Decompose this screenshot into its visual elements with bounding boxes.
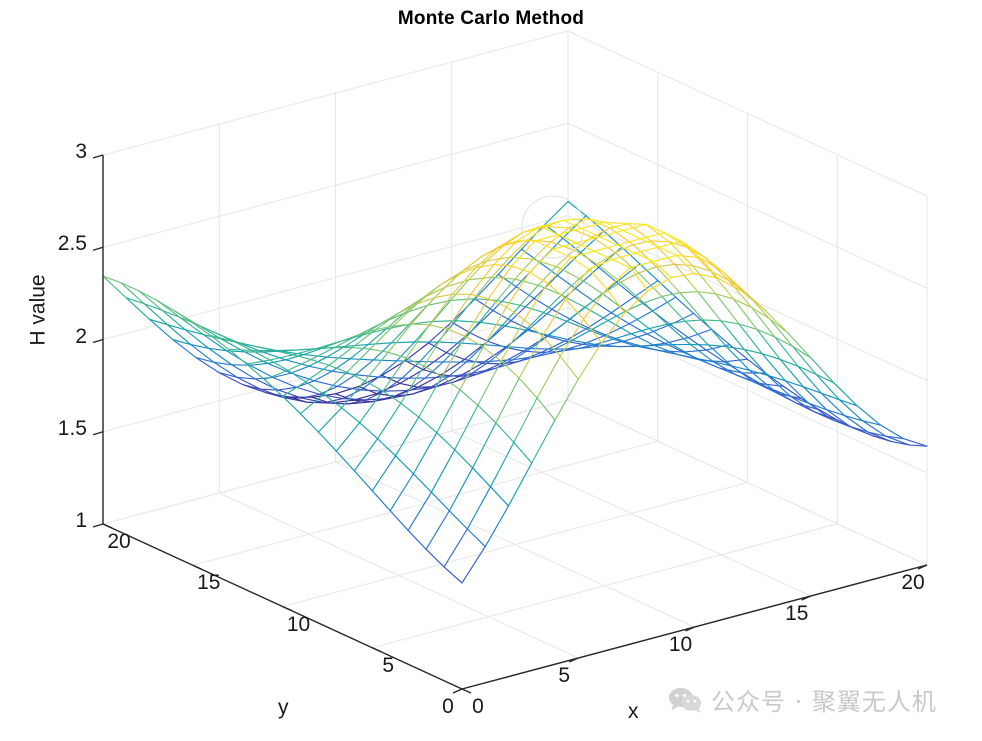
x-tick-15: 15: [785, 602, 809, 625]
y-tick-15: 15: [197, 571, 221, 595]
z-tick-1: 1: [75, 509, 87, 532]
z-tick-2.5: 2.5: [57, 232, 87, 256]
y-tick-0: 0: [472, 695, 484, 718]
x-tick-20: 20: [901, 571, 925, 594]
x-tick-10: 10: [668, 633, 693, 656]
y-tick-10: 10: [286, 612, 311, 636]
y-tick-5: 5: [382, 653, 395, 677]
surface-plot-3d: [92, 30, 928, 694]
x-tick-0: 0: [442, 695, 454, 718]
surface-mesh: [102, 200, 928, 584]
z-tick-1.5: 1.5: [57, 416, 87, 440]
y-axis-label: y: [278, 696, 289, 719]
z-tick-3: 3: [75, 140, 87, 163]
figure-canvas: Monte Carlo Method H value x y 0 5 10 15 20 2…: [0, 0, 982, 741]
y-tick-20: 20: [107, 530, 131, 553]
z-axis-label: H value: [26, 274, 50, 346]
x-tick-5: 5: [558, 664, 571, 687]
x-axis-label: x: [628, 700, 639, 723]
z-tick-2: 2: [75, 324, 87, 348]
